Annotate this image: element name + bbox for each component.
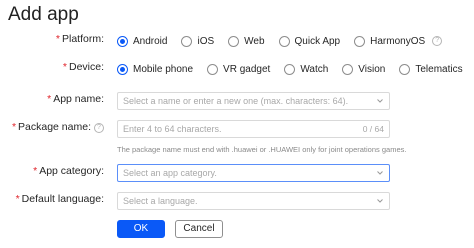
- radio-checked-icon[interactable]: [117, 63, 128, 75]
- radio-icon[interactable]: [342, 63, 354, 75]
- platform-option-quick-app[interactable]: Quick App: [278, 35, 341, 47]
- platform-option-label: Android: [133, 35, 168, 47]
- page-title: Add app: [8, 4, 79, 25]
- app-category-select[interactable]: Select an app category.: [117, 164, 390, 182]
- package-name-input[interactable]: Enter 4 to 64 characters. 0 / 64: [117, 120, 390, 138]
- platform-option-web[interactable]: Web: [228, 35, 265, 47]
- radio-icon[interactable]: [354, 35, 366, 47]
- platform-option-label: HarmonyOS: [370, 35, 426, 47]
- required-marker: *: [47, 93, 52, 105]
- package-name-hint: The package name must end with .huawei o…: [117, 145, 407, 154]
- app-name-select[interactable]: Select a name or enter a new one (max. c…: [117, 92, 390, 110]
- app-category-row: * App category: Select an app category.: [0, 163, 474, 183]
- chevron-down-icon[interactable]: [377, 199, 383, 203]
- ok-button[interactable]: OK: [117, 220, 165, 238]
- app-name-label: App name:: [53, 93, 104, 105]
- app-category-label-wrap: * App category:: [33, 165, 104, 177]
- platform-radio-group: Android iOS Web Quick App HarmonyOS ?: [117, 31, 443, 51]
- radio-icon[interactable]: [399, 63, 411, 75]
- radio-icon[interactable]: [181, 35, 193, 47]
- platform-option-android[interactable]: Android: [117, 35, 168, 47]
- device-option-watch[interactable]: Watch: [284, 63, 329, 75]
- device-radio-group: Mobile phone VR gadget Watch Vision Tele…: [117, 59, 474, 79]
- package-name-row: * Package name:? Enter 4 to 64 characters…: [0, 119, 474, 139]
- cancel-button[interactable]: Cancel: [175, 220, 223, 238]
- platform-option-harmonyos[interactable]: HarmonyOS: [354, 35, 426, 47]
- platform-option-label: Quick App: [294, 35, 341, 47]
- app-category-label: App category:: [39, 165, 104, 177]
- radio-checked-icon[interactable]: [117, 35, 128, 47]
- default-language-select[interactable]: Select a language.: [117, 192, 390, 210]
- device-option-label: Watch: [300, 63, 329, 75]
- default-language-label-wrap: * Default language:: [16, 193, 104, 205]
- device-row: * Device: Mobile phone VR gadget Watch Vi…: [0, 59, 474, 79]
- device-label-wrap: * Device:: [63, 61, 104, 73]
- platform-option-ios[interactable]: iOS: [181, 35, 215, 47]
- radio-icon[interactable]: [278, 35, 290, 47]
- device-option-telematics[interactable]: Telematics: [399, 63, 463, 75]
- platform-option-label: Web: [244, 35, 265, 47]
- required-marker: *: [15, 193, 20, 205]
- chevron-down-icon[interactable]: [377, 171, 383, 175]
- app-name-row: * App name: Select a name or enter a new …: [0, 91, 474, 111]
- device-option-label: Vision: [358, 63, 386, 75]
- radio-icon[interactable]: [228, 35, 240, 47]
- required-marker: *: [33, 165, 38, 177]
- radio-icon[interactable]: [284, 63, 296, 75]
- platform-label-wrap: * Platform:: [56, 33, 104, 45]
- platform-option-label: iOS: [197, 35, 215, 47]
- device-option-vr-gadget[interactable]: VR gadget: [207, 63, 271, 75]
- device-option-label: VR gadget: [223, 63, 271, 75]
- device-label: Device:: [68, 61, 104, 73]
- app-category-placeholder: Select an app category.: [123, 168, 217, 178]
- help-icon[interactable]: ?: [94, 123, 104, 133]
- required-marker: *: [62, 61, 67, 73]
- platform-label: Platform:: [61, 33, 104, 45]
- app-name-placeholder: Select a name or enter a new one (max. c…: [123, 96, 349, 106]
- package-name-label: Package name:: [18, 121, 91, 133]
- radio-icon[interactable]: [207, 63, 219, 75]
- required-marker: *: [55, 33, 60, 45]
- required-marker: *: [11, 121, 17, 133]
- help-icon[interactable]: ?: [432, 36, 443, 46]
- package-name-placeholder: Enter 4 to 64 characters.: [123, 124, 222, 134]
- package-name-label-wrap: * Package name:?: [12, 121, 104, 133]
- device-option-label: Telematics: [415, 63, 463, 75]
- default-language-label: Default language:: [21, 193, 104, 205]
- chevron-down-icon[interactable]: [377, 99, 383, 103]
- app-name-label-wrap: * App name:: [47, 93, 104, 105]
- device-option-label: Mobile phone: [133, 63, 194, 75]
- device-option-mobile-phone[interactable]: Mobile phone: [117, 63, 194, 75]
- character-counter: 0 / 64: [362, 124, 384, 134]
- device-option-vision[interactable]: Vision: [342, 63, 386, 75]
- platform-row: * Platform: Android iOS Web Quick App Har…: [0, 31, 474, 51]
- default-language-placeholder: Select a language.: [123, 196, 198, 206]
- default-language-row: * Default language: Select a language.: [0, 191, 474, 211]
